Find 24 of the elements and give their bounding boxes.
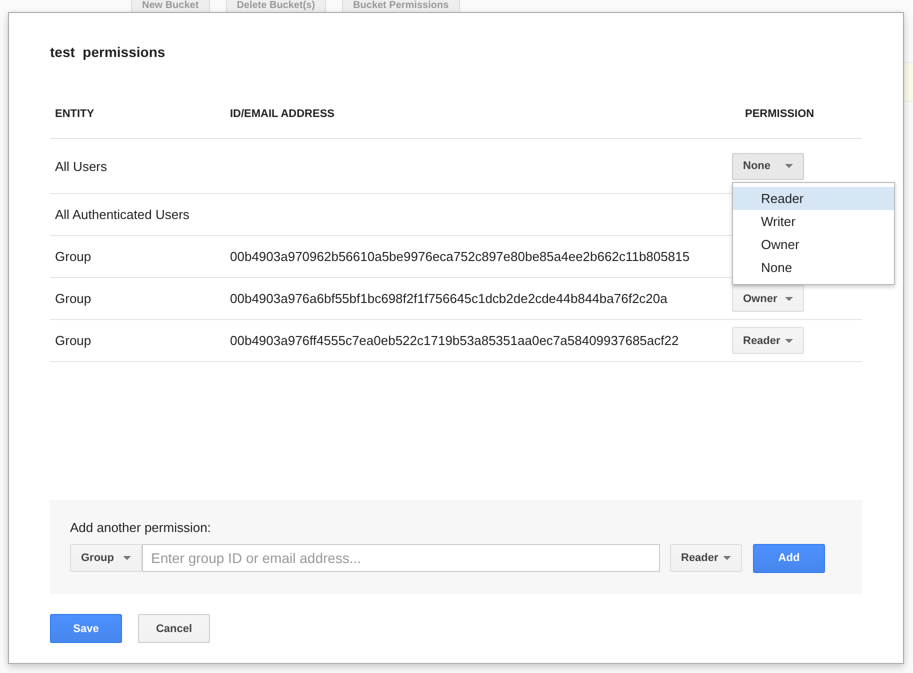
permission-dropdown[interactable]: Reader bbox=[732, 327, 804, 354]
table-cell-text: All Users bbox=[54, 158, 108, 174]
table-cell-text: All Authenticated Users bbox=[54, 207, 190, 222]
entity-type-dropdown[interactable]: Group bbox=[70, 544, 142, 572]
dialog-title: test permissions bbox=[50, 44, 166, 60]
table-cell-text: Group bbox=[54, 249, 92, 264]
table-cell-text: Group bbox=[54, 291, 92, 306]
id-input-field[interactable]: Enter group ID or email address... bbox=[142, 544, 660, 572]
permission-dropdown[interactable]: None bbox=[732, 152, 804, 180]
menu-item[interactable]: Writer bbox=[733, 210, 894, 232]
menu-item[interactable]: Reader bbox=[733, 186, 894, 210]
table-cell: 00b4903a976ff4555c7ea0eb522c1719b53a85351aa0ec7a58409937685acf22 bbox=[230, 333, 679, 348]
menu-item[interactable]: None bbox=[733, 256, 894, 278]
cancel-button[interactable]: Cancel bbox=[138, 614, 210, 643]
column-header: ID/EMAIL ADDRESS bbox=[230, 108, 336, 120]
table-cell: 00b4903a970962b56610a5be9976eca752c897e80be85a4ee2b662c11b805815 bbox=[230, 249, 690, 264]
table-cell: 00b4903a976a6bf55bf1bc698f2f1f756645c1dcb2de2cde44b844ba76f2c20a bbox=[230, 291, 668, 306]
column-header: ENTITY bbox=[54, 108, 96, 120]
permission-dropdown[interactable]: Reader bbox=[670, 544, 742, 572]
permission-dropdown[interactable]: Owner bbox=[732, 285, 804, 312]
menu-item[interactable]: Owner bbox=[733, 232, 894, 256]
column-header: PERMISSION bbox=[744, 108, 816, 120]
table-cell-text: Group bbox=[54, 333, 92, 348]
panel-label: Add another permission: bbox=[70, 520, 212, 535]
